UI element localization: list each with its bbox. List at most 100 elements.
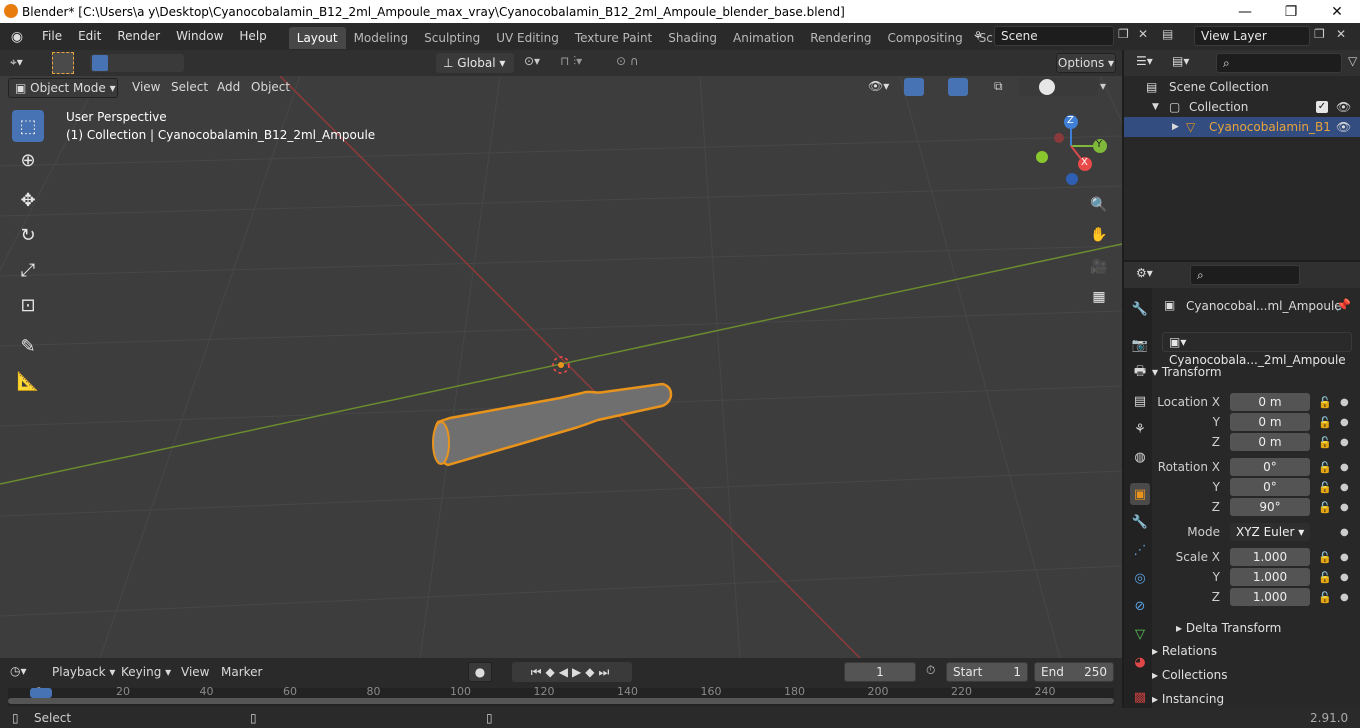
tab-shading[interactable]: Shading xyxy=(660,27,725,49)
rotation-z-field[interactable]: 90° xyxy=(1230,498,1310,516)
menu-render[interactable]: Render xyxy=(109,23,168,50)
tab-compositing[interactable]: Compositing xyxy=(879,27,970,49)
object-name-field[interactable]: ▣▾ Cyanocobala..._2ml_Ampoule xyxy=(1162,332,1352,367)
zoom-icon[interactable]: 🔍 xyxy=(1086,192,1112,218)
keyframe-dot-icon[interactable]: ● xyxy=(1340,397,1349,408)
view-layer-field[interactable]: View Layer xyxy=(1194,26,1310,46)
annotate-tool-icon[interactable]: ✎ xyxy=(12,330,44,362)
measure-tool-icon[interactable]: 📐 xyxy=(12,365,44,397)
instancing-panel-header[interactable]: ▸ Instancing xyxy=(1152,692,1352,706)
proportional-edit-icon[interactable]: ⊙ ∩ xyxy=(616,54,639,68)
object-mode-dropdown[interactable]: ▣ Object Mode ▾ xyxy=(8,78,118,98)
scene-field[interactable]: Scene xyxy=(994,26,1114,46)
ortho-grid-icon[interactable]: ▦ xyxy=(1086,284,1112,310)
tab-texture-paint[interactable]: Texture Paint xyxy=(567,27,660,49)
editor-type-icon[interactable]: ⌖▾ xyxy=(10,55,23,70)
lock-icon[interactable]: 🔓 xyxy=(1318,436,1332,449)
rotate-tool-icon[interactable]: ↻ xyxy=(12,219,44,251)
end-frame-field[interactable]: End 250 xyxy=(1034,662,1114,682)
playhead-marker[interactable] xyxy=(30,688,52,698)
navigation-gizmo[interactable] xyxy=(1030,114,1120,194)
view-layer-tab-icon[interactable]: ▤ xyxy=(1130,390,1150,412)
rotation-y-field[interactable]: 0° xyxy=(1230,478,1310,496)
new-view-layer-icon[interactable]: ❐ xyxy=(1314,27,1325,41)
tab-rendering[interactable]: Rendering xyxy=(802,27,879,49)
delete-view-layer-icon[interactable]: ✕ xyxy=(1336,27,1346,41)
solid-shading-icon[interactable] xyxy=(1039,79,1055,95)
scene-tab-icon[interactable]: ⚘ xyxy=(1130,418,1150,440)
object-visibility-icon[interactable]: 👁 xyxy=(1336,117,1351,137)
cursor-tool-icon[interactable]: ⊕ xyxy=(12,144,44,176)
keyframe-dot-icon[interactable]: ● xyxy=(1340,552,1349,563)
pivot-point-icon[interactable]: ⊙▾ xyxy=(524,54,540,68)
outliner-row-object[interactable]: ▶ ▽ Cyanocobalamin_B1 👁 xyxy=(1124,117,1360,137)
object-menu[interactable]: Object xyxy=(251,80,290,94)
physics-tab-icon[interactable]: ◎ xyxy=(1130,567,1150,589)
outliner-editor-icon[interactable]: ☰▾ xyxy=(1136,54,1153,68)
menu-window[interactable]: Window xyxy=(168,23,231,50)
view-menu[interactable]: View xyxy=(132,80,160,94)
tab-animation[interactable]: Animation xyxy=(725,27,802,49)
keyframe-dot-icon[interactable]: ● xyxy=(1340,592,1349,603)
pan-hand-icon[interactable]: ✋ xyxy=(1086,222,1112,248)
scale-y-field[interactable]: 1.000 xyxy=(1230,568,1310,586)
mesh-data-tab-icon[interactable]: ▽ xyxy=(1130,623,1150,645)
select-menu[interactable]: Select xyxy=(171,80,208,94)
outliner-row-scene-collection[interactable]: ▤ Scene Collection xyxy=(1124,77,1360,97)
options-dropdown[interactable]: Options ▾ xyxy=(1056,53,1116,73)
playback-controls[interactable]: ⏮◆◀▶◆⏭ xyxy=(512,662,632,682)
outliner-row-collection[interactable]: ▼ ▢ Collection ✓ 👁 xyxy=(1124,97,1360,117)
keyframe-dot-icon[interactable]: ● xyxy=(1340,502,1349,513)
mode-set-icon[interactable] xyxy=(92,55,108,71)
world-tab-icon[interactable]: ◍ xyxy=(1130,446,1150,468)
shading-mode-buttons[interactable] xyxy=(1018,78,1098,96)
playback-menu[interactable]: Playback ▾ xyxy=(52,665,115,679)
scale-x-field[interactable]: 1.000 xyxy=(1230,548,1310,566)
render-tab-icon[interactable]: 📷 xyxy=(1130,334,1150,356)
lock-icon[interactable]: 🔓 xyxy=(1318,571,1332,584)
texture-tab-icon[interactable]: ▩ xyxy=(1130,686,1150,708)
scene-icon[interactable]: ⚘ xyxy=(966,26,990,46)
transform-tool-icon[interactable]: ⊡ xyxy=(12,289,44,321)
keyframe-dot-icon[interactable]: ● xyxy=(1340,572,1349,583)
timeline-ruler[interactable]: 120406080100120140160180200220240 xyxy=(8,685,1114,706)
tab-layout[interactable]: Layout xyxy=(288,27,346,49)
tab-uv-editing[interactable]: UV Editing xyxy=(488,27,567,49)
delete-scene-icon[interactable]: ✕ xyxy=(1138,27,1148,41)
output-tab-icon[interactable]: 🖶 xyxy=(1130,362,1150,384)
collection-visibility-icon[interactable]: 👁 xyxy=(1336,97,1351,117)
add-menu[interactable]: Add xyxy=(217,80,240,94)
properties-search-input[interactable]: ⌕ xyxy=(1190,265,1300,285)
transform-panel-header[interactable]: ▾ Transform xyxy=(1152,365,1352,379)
rotation-mode-dropdown[interactable]: XYZ Euler ▾ xyxy=(1230,523,1310,541)
menu-file[interactable]: File xyxy=(34,23,70,50)
gizmo-toggle-icon[interactable] xyxy=(904,78,924,96)
menu-edit[interactable]: Edit xyxy=(70,23,109,50)
keyframe-dot-icon[interactable]: ● xyxy=(1340,527,1349,538)
blender-menu-icon[interactable]: ◉ xyxy=(0,29,34,45)
pin-icon[interactable]: 📌 xyxy=(1336,298,1351,312)
move-tool-icon[interactable]: ✥ xyxy=(12,184,44,216)
location-y-field[interactable]: 0 m xyxy=(1230,413,1310,431)
scale-tool-icon[interactable]: ⤢ xyxy=(12,254,44,286)
minimize-button[interactable]: — xyxy=(1222,0,1268,23)
view-layer-icon[interactable]: ▤ xyxy=(1162,27,1173,41)
menu-help[interactable]: Help xyxy=(231,23,274,50)
collections-panel-header[interactable]: ▸ Collections xyxy=(1152,668,1352,682)
overlay-toggle-icon[interactable] xyxy=(948,78,968,96)
object-tab-icon[interactable]: ▣ xyxy=(1130,483,1150,505)
orientation-dropdown[interactable]: ⊥ Global ▾ xyxy=(436,53,514,73)
expand-icon[interactable]: ▶ xyxy=(1172,117,1179,137)
material-tab-icon[interactable]: ◕ xyxy=(1130,651,1150,673)
location-z-field[interactable]: 0 m xyxy=(1230,433,1310,451)
select-tool-icon[interactable]: ⬚ xyxy=(12,110,44,142)
properties-editor-icon[interactable]: ⚙▾ xyxy=(1136,266,1153,280)
constraints-tab-icon[interactable]: ⊘ xyxy=(1130,595,1150,617)
expand-icon[interactable]: ▼ xyxy=(1152,97,1159,117)
snap-icon[interactable]: ⊓ ⫶▾ xyxy=(560,54,582,69)
keyframe-dot-icon[interactable]: ● xyxy=(1340,437,1349,448)
start-frame-field[interactable]: Start 1 xyxy=(946,662,1028,682)
maximize-button[interactable]: ❐ xyxy=(1268,0,1314,23)
marker-menu[interactable]: Marker xyxy=(221,665,262,679)
outliner-search-input[interactable]: ⌕ xyxy=(1216,53,1342,73)
